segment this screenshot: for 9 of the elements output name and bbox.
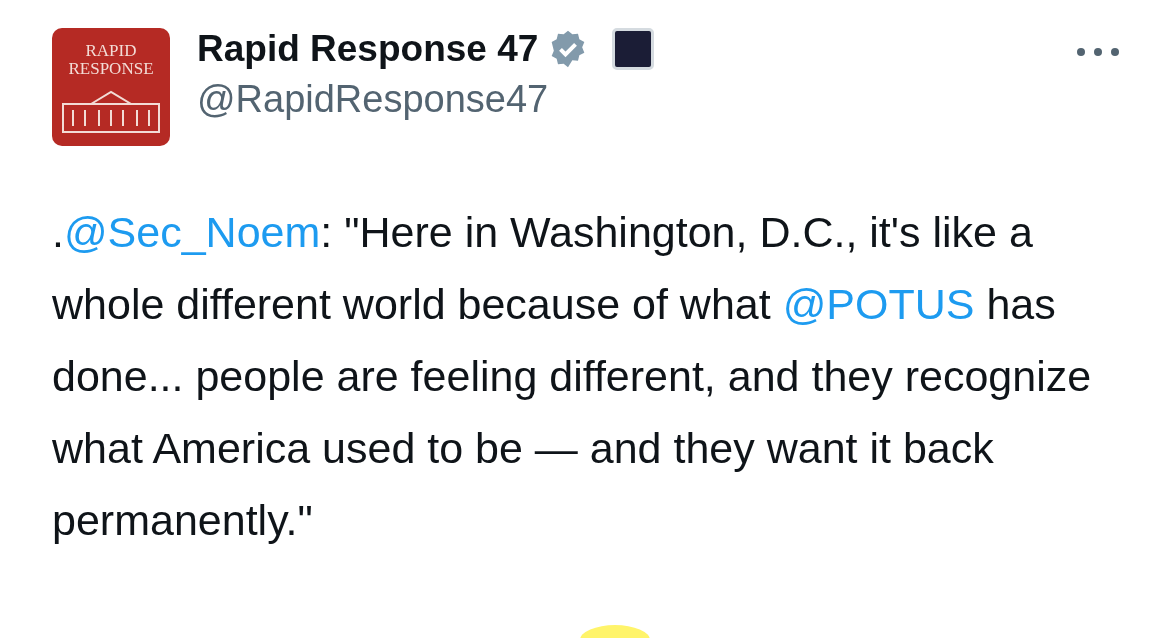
- account-handle[interactable]: @RapidResponse47: [197, 78, 1170, 121]
- avatar-logo[interactable]: RAPID RESPONSE: [52, 28, 170, 146]
- avatar-text: RAPID RESPONSE: [67, 42, 155, 78]
- account-name[interactable]: Rapid Response 47: [197, 28, 539, 70]
- mention-link[interactable]: @Sec_Noem: [63, 208, 321, 256]
- mention-link[interactable]: @POTUS: [782, 280, 975, 328]
- affiliation-badge-icon[interactable]: [612, 28, 655, 70]
- tweet-text: .@Sec_Noem: "Here in Washington, D.C., it's like a whole different world because of what @POTUS has done... people are feeling different, and they recognize what America used to be — and they want it back permanently.": [52, 207, 1093, 546]
- more-icon[interactable]: [1076, 47, 1120, 57]
